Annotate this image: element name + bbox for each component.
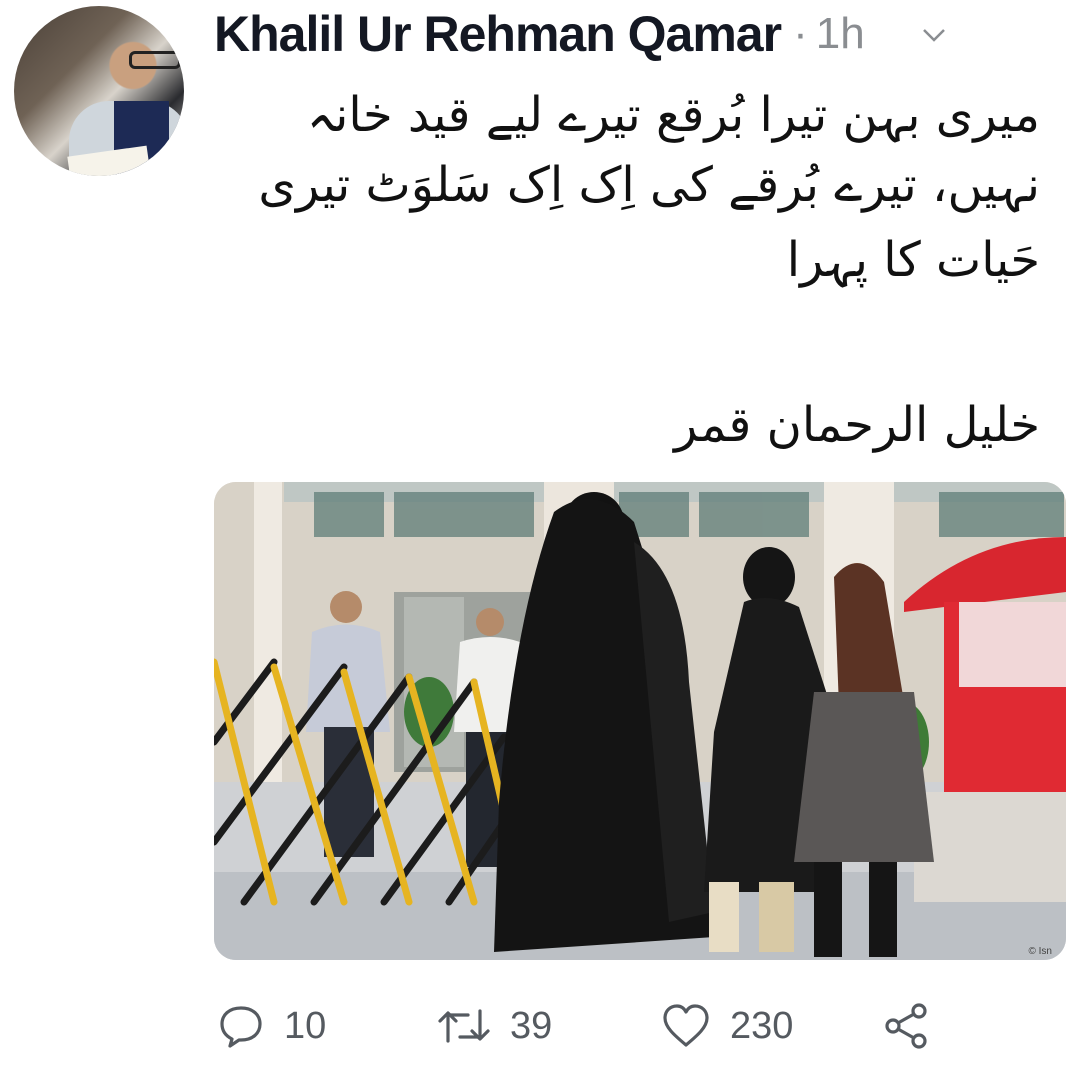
share-button[interactable] — [882, 995, 932, 1057]
tweet-image-scene: © Isn — [214, 482, 1066, 960]
like-count: 230 — [730, 1004, 794, 1047]
tweet-header: Khalil Ur Rehman Qamar · 1h — [214, 2, 945, 66]
reply-count: 10 — [284, 1004, 327, 1047]
author-avatar[interactable] — [14, 6, 184, 176]
retweet-icon — [438, 1009, 490, 1043]
retweet-button[interactable]: 39 — [436, 995, 552, 1057]
avatar-glasses — [129, 51, 181, 69]
tweet-text-line-2: نہیں، تیرے بُرقے کی اِک اِک سَلوَٹ تیری — [258, 157, 1040, 213]
tweet-text-line-3: حَیات کا پہرا — [786, 232, 1040, 288]
share-icon — [885, 1003, 927, 1049]
tweet-image[interactable]: © Isn — [214, 482, 1066, 960]
chevron-down-icon[interactable] — [921, 22, 947, 48]
header-separator: · — [793, 9, 808, 58]
like-button[interactable]: 230 — [660, 995, 793, 1057]
heart-icon — [663, 1004, 709, 1047]
tweet-time[interactable]: 1h — [816, 9, 865, 59]
tweet-text-line-1: میری بہن تیرا بُرقع تیرے لیے قید خانہ — [306, 87, 1040, 143]
image-watermark: © Isn — [1029, 946, 1053, 957]
tweet-actions: 10 39 230 — [214, 995, 974, 1057]
retweet-count: 39 — [510, 1004, 553, 1047]
tweet-signature: خلیل الرحمان قمر — [674, 397, 1040, 453]
reply-button[interactable]: 10 — [216, 995, 326, 1057]
comment-icon — [220, 1006, 262, 1048]
author-name[interactable]: Khalil Ur Rehman Qamar — [214, 5, 782, 63]
